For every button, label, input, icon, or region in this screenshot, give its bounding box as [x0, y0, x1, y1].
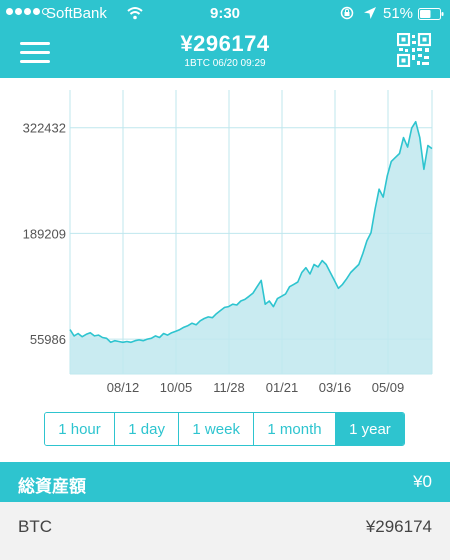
range-option-1-day[interactable]: 1 day	[115, 413, 180, 445]
range-option-1-year[interactable]: 1 year	[335, 413, 404, 445]
battery-percent: 51%	[383, 5, 414, 22]
battery-icon	[418, 8, 444, 20]
location-arrow-icon	[364, 7, 376, 19]
qr-code-icon[interactable]	[397, 33, 431, 67]
status-bar: SoftBank 9:30 51%	[0, 0, 450, 28]
x-tick-label: 08/12	[107, 380, 140, 395]
holding-currency: BTC	[18, 517, 52, 536]
total-assets-value: ¥0	[413, 472, 432, 491]
price-timestamp: 1BTC 06/20 09:29	[184, 58, 266, 69]
holding-row-btc[interactable]: BTC ¥296174	[0, 502, 450, 560]
total-assets-bar: 総資産額 ¥0	[0, 462, 450, 502]
range-option-1-hour[interactable]: 1 hour	[45, 413, 116, 445]
range-option-1-week[interactable]: 1 week	[179, 413, 255, 445]
x-tick-label: 10/05	[160, 380, 193, 395]
y-tick-label: 322432	[23, 121, 66, 136]
rotation-lock-icon	[340, 6, 354, 20]
x-tick-label: 05/09	[372, 380, 405, 395]
current-price: ¥296174	[180, 31, 270, 56]
price-chart-svg: 55986 189209 322432 08/12 10/05 11/28 01/21 03/…	[23, 90, 433, 395]
price-area	[70, 121, 432, 374]
x-tick-label: 01/21	[266, 380, 299, 395]
y-tick-label: 55986	[30, 332, 66, 347]
holding-value: ¥296174	[365, 517, 432, 536]
range-option-1-month[interactable]: 1 month	[254, 413, 336, 445]
price-chart: 55986 189209 322432 08/12 10/05 11/28 01/21 03/…	[0, 78, 450, 408]
x-tick-label: 11/28	[213, 380, 245, 395]
total-assets-label: 総資産額	[18, 477, 86, 496]
x-tick-label: 03/16	[319, 380, 352, 395]
time-range-selector: 1 hour 1 day 1 week 1 month 1 year	[44, 412, 405, 446]
app-header: ¥296174 1BTC 06/20 09:29	[0, 28, 450, 78]
y-tick-label: 189209	[23, 226, 66, 241]
